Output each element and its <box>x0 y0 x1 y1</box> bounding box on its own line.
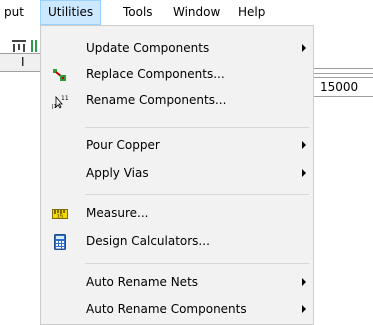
menu-bar: put Utilities Tools Window Help <box>0 0 373 25</box>
menu-item-label: Design Calculators... <box>86 234 210 248</box>
svg-text:11: 11 <box>61 95 68 102</box>
ruler-value: 15000 <box>312 77 373 97</box>
menu-item-label: Measure... <box>86 206 149 220</box>
menu-item-pour-copper[interactable]: Pour Copper <box>42 133 312 159</box>
menu-item-measure[interactable]: 1½ Measure... <box>42 201 312 227</box>
submenu-arrow-icon <box>302 278 306 286</box>
menu-separator <box>85 194 309 195</box>
menu-item-label: Apply Vias <box>86 166 149 180</box>
menu-item-label: Pour Copper <box>86 138 160 152</box>
menu-item-label: Update Components <box>86 41 210 55</box>
menu-item-label: Auto Rename Components <box>86 302 247 316</box>
menu-item-label: Replace Components... <box>86 67 225 81</box>
menu-tools[interactable]: Tools <box>116 0 160 25</box>
align-icon[interactable] <box>11 39 27 53</box>
grid-icon[interactable] <box>30 39 38 53</box>
replace-components-icon <box>53 69 66 81</box>
svg-text:J1: J1 <box>52 104 57 109</box>
menu-item-replace-components[interactable]: Replace Components... <box>42 62 312 88</box>
menu-separator <box>85 127 309 128</box>
menu-item-auto-rename-components[interactable]: Auto Rename Components <box>42 297 312 323</box>
menu-item-rename-components[interactable]: 11 J1 Rename Components... <box>42 88 312 114</box>
menu-item-update-components[interactable]: Update Components <box>42 36 312 62</box>
menu-item-design-calculators[interactable]: Design Calculators... <box>42 229 312 255</box>
svg-text:1½: 1½ <box>57 214 64 219</box>
submenu-arrow-icon <box>302 305 306 313</box>
menu-window[interactable]: Window <box>166 0 227 25</box>
menu-utilities[interactable]: Utilities <box>40 0 102 25</box>
menu-separator <box>85 263 309 264</box>
calculator-icon <box>54 234 66 250</box>
row-label: I <box>21 55 25 69</box>
rename-components-icon: 11 J1 <box>52 95 68 109</box>
menu-help[interactable]: Help <box>231 0 272 25</box>
utilities-dropdown: Update Components Replace Components... … <box>40 25 314 325</box>
menu-item-apply-vias[interactable]: Apply Vias <box>42 161 312 187</box>
submenu-arrow-icon <box>302 169 306 177</box>
submenu-arrow-icon <box>302 141 306 149</box>
toolbar-lines <box>312 68 373 74</box>
ruler-icon: 1½ <box>52 209 68 219</box>
menu-input[interactable]: put <box>0 0 31 25</box>
menu-item-label: Auto Rename Nets <box>86 275 199 289</box>
menu-item-label: Rename Components... <box>86 93 227 107</box>
submenu-arrow-icon <box>302 44 306 52</box>
menu-item-auto-rename-nets[interactable]: Auto Rename Nets <box>42 270 312 296</box>
